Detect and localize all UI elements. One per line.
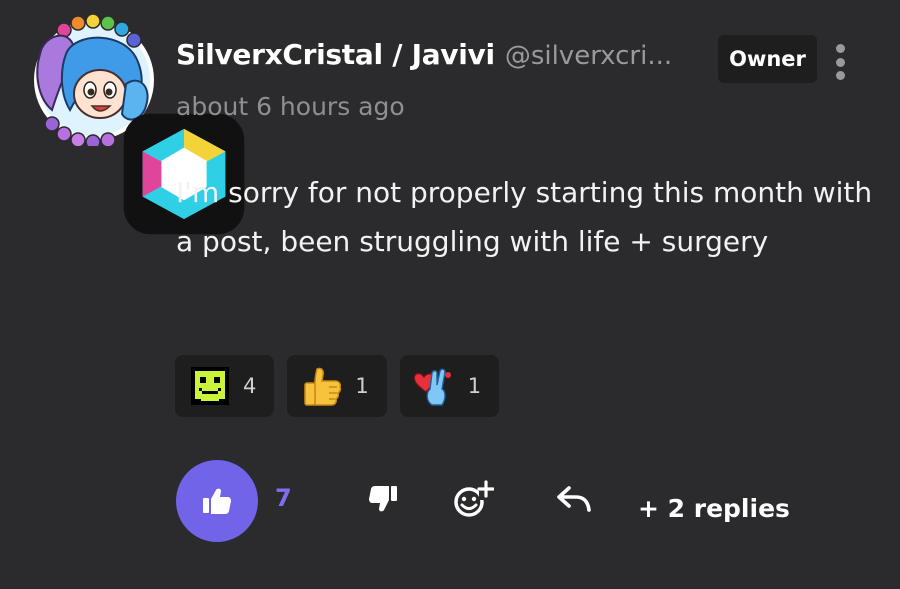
author-line: SilverxCristal / Javivi @silverxcri... (176, 38, 672, 71)
comment-text: I'm sorry for not properly starting this… (176, 176, 873, 258)
heart-peace-hand-icon (413, 368, 451, 406)
author-avatar[interactable] (30, 14, 245, 235)
comment-card: SilverxCristal / Javivi @silverxcri... O… (0, 0, 900, 589)
comment-timestamp: about 6 hours ago (176, 92, 405, 121)
thumbs-up-emoji-icon (304, 367, 342, 406)
reaction-chip[interactable]: 4 (175, 355, 275, 417)
kebab-dot-icon (835, 44, 845, 53)
owner-badge: Owner (718, 35, 817, 83)
view-replies-link[interactable]: + 2 replies (638, 494, 790, 523)
author-name[interactable]: SilverxCristal / Javivi (176, 38, 495, 71)
kebab-dot-icon (835, 71, 845, 80)
like-count: 7 (275, 484, 292, 512)
thumbs-up-icon (203, 488, 231, 514)
like-button[interactable] (176, 460, 258, 542)
reaction-chip[interactable]: 1 (287, 355, 387, 417)
thumbs-down-icon[interactable] (364, 484, 398, 514)
reaction-count: 1 (355, 374, 369, 398)
reaction-count: 4 (243, 374, 257, 398)
reaction-chip[interactable]: 1 (399, 355, 500, 417)
reaction-count: 1 (467, 374, 482, 398)
reaction-list: 4 1 1 (175, 355, 500, 417)
more-options-button[interactable] (828, 42, 852, 82)
green-pixel-face-icon (191, 367, 229, 405)
author-handle[interactable]: @silverxcri... (505, 41, 672, 71)
kebab-dot-icon (835, 57, 845, 67)
reply-icon[interactable] (556, 484, 592, 514)
add-reaction-icon[interactable] (452, 480, 494, 520)
